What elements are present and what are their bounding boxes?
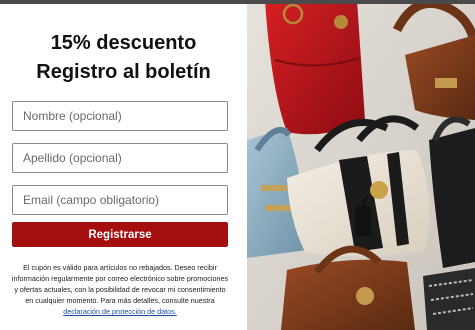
coupon-disclaimer: El cupón es válido para artículos no reb… xyxy=(10,262,230,317)
newsletter-title: Registro al boletín xyxy=(36,61,211,83)
disclaimer-text: El cupón es válido para artículos no reb… xyxy=(11,263,229,305)
handbags-illustration xyxy=(247,0,475,330)
email-input[interactable] xyxy=(12,185,228,215)
signup-form-panel: 15% descuento Registro al boletín Regist… xyxy=(0,0,247,330)
last-name-input[interactable] xyxy=(12,143,228,173)
register-button[interactable]: Registrarse xyxy=(12,222,228,247)
discount-title: 15% descuento xyxy=(50,32,197,54)
handbags-image xyxy=(247,0,475,330)
privacy-policy-link[interactable]: declaración de protección de datos. xyxy=(63,307,176,316)
chain-bag xyxy=(423,268,475,330)
top-strip xyxy=(0,0,475,4)
first-name-input[interactable] xyxy=(12,101,228,131)
newsletter-popup: 15% descuento Registro al boletín Regist… xyxy=(0,0,475,330)
